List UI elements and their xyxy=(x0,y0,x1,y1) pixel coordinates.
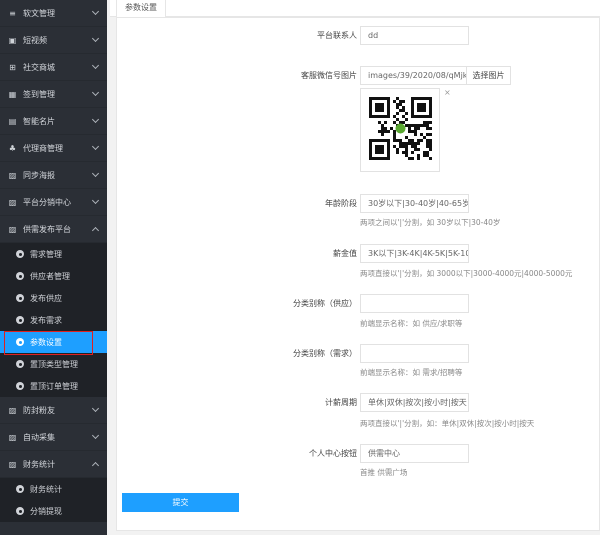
sidebar-group[interactable]: ▤ 智能名片 xyxy=(0,108,107,135)
submit-button[interactable]: 提交 xyxy=(122,493,239,512)
sidebar-group[interactable]: ▨ 防封粉友 xyxy=(0,397,107,424)
image-icon: ▨ xyxy=(8,224,17,234)
checkin-icon: ▦ xyxy=(8,89,17,99)
sidebar-group[interactable]: ⊞ 社交商城 xyxy=(0,54,107,81)
sidebar-subitem-label: 发布需求 xyxy=(30,315,62,325)
image-icon: ▨ xyxy=(8,170,17,180)
sidebar-subitem[interactable]: 供应者管理 xyxy=(0,265,107,287)
gear-icon xyxy=(16,360,24,368)
remove-image-icon[interactable]: × xyxy=(444,88,451,97)
sidebar-subitem-label: 置顶订单管理 xyxy=(30,381,78,391)
sidebar-group[interactable]: ▨ 自动采集 xyxy=(0,424,107,451)
submenu-finance: 财务统计 分销提现 xyxy=(0,478,107,522)
sidebar-subitem[interactable]: 置顶订单管理 xyxy=(0,375,107,397)
qr-code-preview xyxy=(360,88,440,172)
wechat-image-label: 客服微信号图片 xyxy=(301,71,357,80)
pay-period-input[interactable]: 单休|双休|按次|按小时|按天 xyxy=(360,393,469,412)
sidebar-subitem-label: 置顶类型管理 xyxy=(30,359,78,369)
gear-icon xyxy=(16,382,24,390)
personal-center-label: 个人中心按钮 xyxy=(309,449,357,458)
tab-params-settings[interactable]: 参数设置 xyxy=(116,0,166,17)
contact-input[interactable]: dd xyxy=(360,26,469,45)
sidebar-group[interactable]: ▦ 签到管理 xyxy=(0,81,107,108)
agent-icon: ♣ xyxy=(8,143,17,153)
sidebar-group[interactable]: ▨ 财务统计 xyxy=(0,451,107,478)
image-icon: ▨ xyxy=(8,405,17,415)
supply-alias-hint: 前端显示名称：如 供应/求职等 xyxy=(360,319,463,328)
sidebar-group[interactable]: ▨ 同步海报 xyxy=(0,162,107,189)
sidebar-subitem[interactable]: 参数设置 xyxy=(0,331,107,355)
submenu-supply-demand: 需求管理供应者管理发布供应发布需求参数设置置顶类型管理 置顶订单管理 xyxy=(0,243,107,397)
sidebar-subitem-label: 需求管理 xyxy=(30,249,62,259)
sidebar-subitem[interactable]: 财务统计 xyxy=(0,478,107,500)
sidebar-subitem-label: 分销提现 xyxy=(30,506,62,516)
sidebar-subitem[interactable]: 发布需求 xyxy=(0,309,107,331)
sidebar-subitem[interactable]: 需求管理 xyxy=(0,243,107,265)
age-input[interactable]: 30岁以下|30-40岁|40-65岁|6 xyxy=(360,194,469,213)
wechat-image-path-input[interactable]: images/39/2020/08/qMjkLK xyxy=(360,66,469,85)
pay-period-label: 计薪周期 xyxy=(325,398,357,407)
settings-form: 平台联系人 dd 客服微信号图片 images/39/2020/08/qMjkL… xyxy=(116,17,600,531)
gear-icon xyxy=(16,507,24,515)
cart-icon: ⊞ xyxy=(9,62,16,72)
list-icon: ≡ xyxy=(9,8,16,18)
sidebar-group[interactable]: ▨ 供需发布平台 xyxy=(0,216,107,243)
sidebar-subitem[interactable]: 发布供应 xyxy=(0,287,107,309)
image-icon: ▨ xyxy=(8,432,17,442)
sidebar: ≡ 软文管理 ▣ 短视频 ⊞ 社交商城 ▦ 签到管理 ▤ 智能名片 ♣ 代理商管理 ▨ 同步海报 ▨ 平台分销… xyxy=(0,0,107,535)
image-icon: ▨ xyxy=(8,197,17,207)
supply-alias-input[interactable] xyxy=(360,294,469,313)
salary-label: 薪金值 xyxy=(333,249,357,258)
salary-input[interactable]: 3K以下|3K-4K|4K-5K|5K-10 xyxy=(360,244,469,263)
sidebar-group[interactable]: ♣ 代理商管理 xyxy=(0,135,107,162)
gear-icon xyxy=(16,272,24,280)
gear-icon xyxy=(16,294,24,302)
sidebar-subitem-label: 财务统计 xyxy=(30,484,62,494)
sidebar-subitem[interactable]: 分销提现 xyxy=(0,500,107,522)
gear-icon xyxy=(16,250,24,258)
sidebar-subitem-label: 参数设置 xyxy=(30,337,62,347)
age-label: 年龄阶段 xyxy=(325,199,357,208)
personal-center-hint: 首推 供需广场 xyxy=(360,468,408,477)
video-icon: ▣ xyxy=(8,35,17,45)
gear-icon xyxy=(16,338,24,346)
qr-code-image xyxy=(369,97,432,160)
personal-center-input[interactable]: 供需中心 xyxy=(360,444,469,463)
contact-label: 平台联系人 xyxy=(317,31,357,40)
supply-alias-label: 分类别称（供应） xyxy=(293,299,357,308)
age-hint: 两项之间以'|'分割，如 30岁以下|30-40岁 xyxy=(360,218,501,227)
card-icon: ▤ xyxy=(8,116,17,126)
image-icon: ▨ xyxy=(8,459,17,469)
pay-period-hint: 两项直接以'|'分割，如：单休|双休|按次|按小时|按天 xyxy=(360,419,535,428)
select-image-button[interactable]: 选择图片 xyxy=(466,66,511,85)
sidebar-group[interactable]: ▣ 短视频 xyxy=(0,27,107,54)
sidebar-subitem-label: 发布供应 xyxy=(30,293,62,303)
gear-icon xyxy=(16,316,24,324)
demand-alias-hint: 前端显示名称：如 需求/招聘等 xyxy=(360,368,463,377)
tab-bar: 参数设置 xyxy=(110,0,600,17)
gear-icon xyxy=(16,485,24,493)
sidebar-group[interactable]: ▨ 平台分销中心 xyxy=(0,189,107,216)
main-content: 参数设置 平台联系人 dd 客服微信号图片 images/39/2020/08/… xyxy=(110,0,600,535)
sidebar-group[interactable]: ≡ 软文管理 xyxy=(0,0,107,27)
salary-hint: 两项直接以'|'分割，如 3000以下|3000-4000元|4000-5000… xyxy=(360,269,573,278)
demand-alias-input[interactable] xyxy=(360,344,469,363)
sidebar-subitem-label: 供应者管理 xyxy=(30,271,70,281)
sidebar-subitem[interactable]: 置顶类型管理 xyxy=(0,353,107,375)
demand-alias-label: 分类别称（需求） xyxy=(293,349,357,358)
